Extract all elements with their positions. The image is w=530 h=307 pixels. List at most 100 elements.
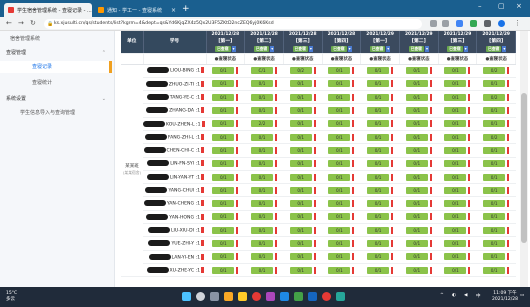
attendance-chip[interactable]: 0/1: [483, 160, 506, 168]
attendance-cell[interactable]: 0/1: [206, 236, 245, 251]
chevron-down-icon[interactable]: ▾: [463, 45, 468, 52]
attendance-cell[interactable]: 0/1: [360, 183, 400, 198]
attendance-cell[interactable]: C/1: [244, 64, 284, 78]
share-icon[interactable]: [430, 20, 437, 27]
attendance-chip[interactable]: 0/1: [328, 253, 351, 261]
attendance-chip[interactable]: 0/1: [212, 186, 235, 194]
attendance-cell[interactable]: 0/1: [399, 103, 439, 118]
attendance-cell[interactable]: 0/1: [283, 117, 323, 131]
attendance-chip[interactable]: 0/1: [367, 213, 390, 221]
attendance-cell[interactable]: 0/1: [438, 250, 477, 264]
attendance-chip[interactable]: 2/2: [251, 120, 274, 128]
attendance-chip[interactable]: 0/1: [405, 186, 428, 194]
attendance-cell[interactable]: 0/1: [244, 170, 284, 185]
status-filter-select[interactable]: 已查寝: [292, 45, 308, 52]
attendance-chip[interactable]: 0/1: [367, 253, 390, 261]
attendance-chip[interactable]: 0/1: [328, 133, 351, 141]
attendance-chip[interactable]: 0/1: [289, 146, 312, 154]
attendance-cell[interactable]: 0/1: [360, 77, 400, 92]
status-filter-select[interactable]: 已查寝: [485, 45, 502, 52]
status-filter-select[interactable]: 已查寝: [215, 45, 231, 52]
attendance-cell[interactable]: 0/1: [438, 64, 477, 78]
attendance-chip[interactable]: 0/1: [483, 80, 506, 88]
attendance-cell[interactable]: 0/1: [360, 196, 400, 211]
network-icon[interactable]: ◐: [452, 293, 456, 298]
attendance-cell[interactable]: 0/1: [476, 77, 516, 92]
attendance-chip[interactable]: 0/1: [444, 213, 467, 221]
attendance-chip[interactable]: 0/1: [212, 120, 235, 128]
back-icon[interactable]: ←: [6, 19, 12, 27]
chevron-down-icon[interactable]: ▾: [424, 45, 429, 52]
attendance-chip[interactable]: 0/1: [367, 133, 390, 141]
attendance-chip[interactable]: 0/1: [405, 213, 428, 221]
attendance-cell[interactable]: 0/1: [360, 130, 400, 145]
attendance-cell[interactable]: 0/1: [322, 183, 361, 198]
attendance-cell[interactable]: 0/1: [322, 157, 361, 171]
attendance-chip[interactable]: 0/1: [212, 253, 235, 261]
attendance-cell[interactable]: 0/1: [322, 130, 361, 145]
attendance-chip[interactable]: 0/1: [251, 200, 274, 208]
attendance-cell[interactable]: 0/1: [206, 64, 245, 78]
attendance-chip[interactable]: 0/1: [444, 173, 467, 181]
attendance-cell[interactable]: 0/1: [206, 90, 245, 105]
attendance-chip[interactable]: 0/1: [212, 133, 235, 141]
attendance-cell[interactable]: 0/1: [360, 103, 400, 118]
attendance-cell[interactable]: 0/1: [399, 130, 439, 145]
attendance-cell[interactable]: 0/1: [360, 236, 400, 251]
attendance-cell[interactable]: 0/1: [476, 196, 516, 211]
attendance-chip[interactable]: 0/1: [251, 186, 274, 194]
attendance-cell[interactable]: 0/1: [476, 117, 516, 131]
vertical-scrollbar[interactable]: [520, 31, 528, 287]
close-window-icon[interactable]: ×: [516, 2, 522, 10]
attendance-cell[interactable]: 0/1: [438, 90, 477, 105]
browser-menu-icon[interactable]: ⋮: [514, 19, 521, 27]
attendance-cell[interactable]: 0/1: [322, 236, 361, 251]
sidebar-item-student-import[interactable]: 学生信息导入与查询管理: [0, 107, 112, 119]
attendance-chip[interactable]: 0/1: [251, 80, 274, 88]
attendance-chip[interactable]: 0/1: [289, 253, 312, 261]
reload-icon[interactable]: ↻: [30, 19, 36, 27]
attendance-chip[interactable]: 0/1: [405, 253, 428, 261]
attendance-chip[interactable]: 0/1: [289, 200, 312, 208]
attendance-cell[interactable]: 0/1: [438, 143, 477, 158]
attendance-cell[interactable]: 0/1: [399, 263, 439, 278]
attendance-chip[interactable]: 0/1: [289, 80, 312, 88]
attendance-chip[interactable]: 0/1: [444, 186, 467, 194]
profile-avatar[interactable]: [498, 20, 505, 27]
attendance-chip[interactable]: 0/1: [328, 240, 351, 247]
weather-widget[interactable]: 15°C 多云: [6, 291, 17, 303]
volume-icon[interactable]: ◀: [464, 293, 467, 298]
status-filter-select[interactable]: 已查寝: [369, 45, 386, 52]
attendance-cell[interactable]: 0/1: [283, 103, 323, 118]
attendance-cell[interactable]: 0/1: [206, 77, 245, 92]
extension-icon[interactable]: [456, 20, 463, 27]
attendance-cell[interactable]: 0/1: [399, 223, 439, 238]
attendance-cell[interactable]: 0/1: [360, 64, 400, 78]
attendance-cell[interactable]: 0/1: [283, 210, 323, 225]
attendance-cell[interactable]: 0/1: [438, 236, 477, 251]
attendance-cell[interactable]: 0/1: [244, 210, 284, 225]
attendance-chip[interactable]: 0/2: [289, 67, 312, 75]
attendance-cell[interactable]: 0/1: [283, 263, 323, 278]
attendance-cell[interactable]: 0/1: [206, 170, 245, 185]
attendance-chip[interactable]: 0/1: [212, 266, 235, 274]
ime-icon[interactable]: 中: [476, 293, 481, 299]
attendance-cell[interactable]: 0/1: [399, 117, 439, 131]
attendance-cell[interactable]: 0/1: [206, 103, 245, 118]
attendance-cell[interactable]: 0/1: [244, 90, 284, 105]
attendance-cell[interactable]: 0/1: [244, 196, 284, 211]
forward-icon[interactable]: →: [18, 19, 24, 27]
attendance-chip[interactable]: 0/1: [444, 146, 467, 154]
attendance-chip[interactable]: 0/1: [251, 160, 274, 168]
attendance-cell[interactable]: 0/1: [360, 143, 400, 158]
attendance-chip[interactable]: 0/1: [289, 240, 312, 247]
scrollbar-thumb[interactable]: [521, 93, 527, 243]
attendance-cell[interactable]: 0/1: [244, 183, 284, 198]
attendance-chip[interactable]: 0/1: [444, 120, 467, 128]
attendance-chip[interactable]: 0/1: [328, 107, 351, 115]
url-input[interactable]: 🔒 ks.xjusulti.cn/qs/students/list?kgrm=4…: [44, 19, 422, 29]
attendance-chip[interactable]: 0/2: [483, 67, 506, 75]
attendance-cell[interactable]: 0/1: [206, 183, 245, 198]
attendance-chip[interactable]: 0/1: [367, 93, 390, 101]
search-icon[interactable]: [196, 292, 205, 301]
